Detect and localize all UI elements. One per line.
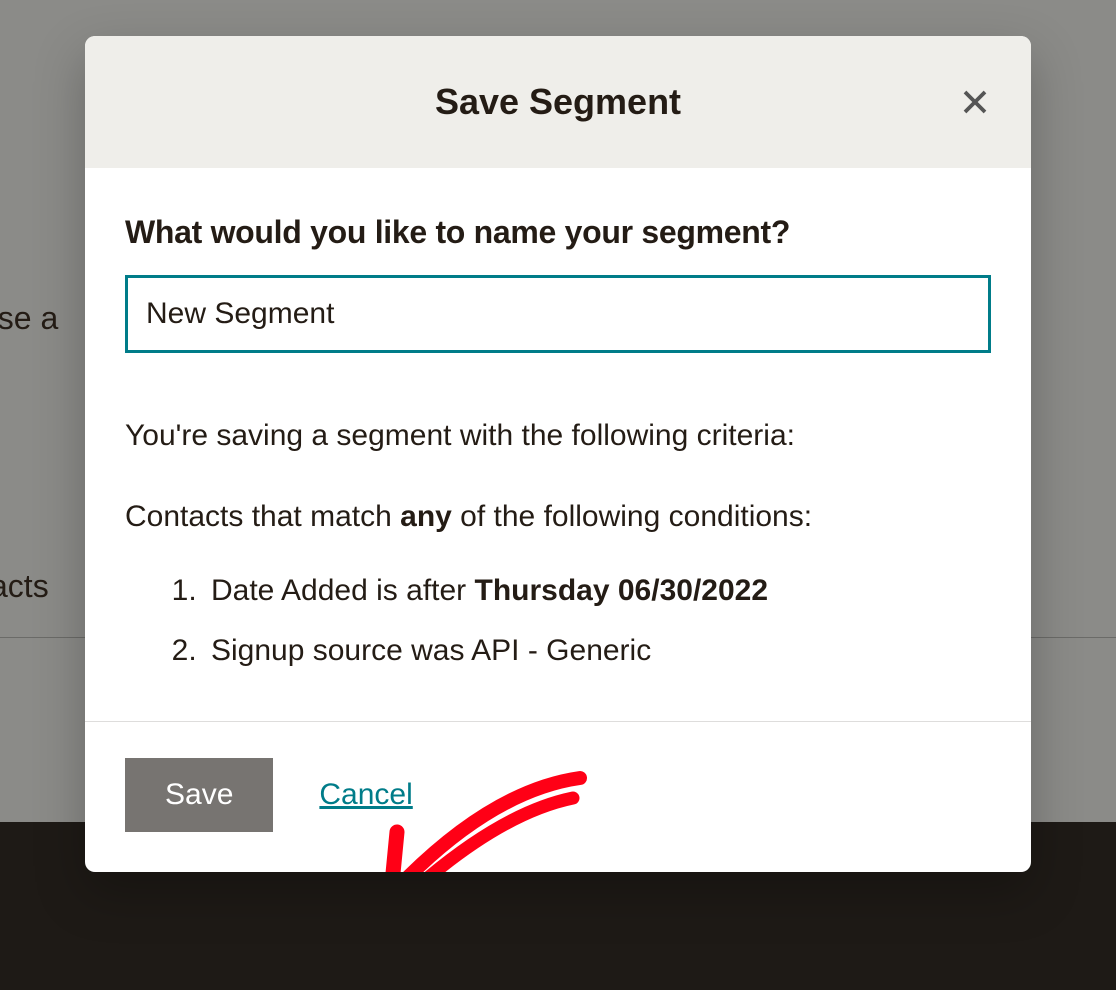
modal-footer: Save Cancel: [85, 721, 1031, 872]
condition-text: Date Added is after: [211, 574, 475, 607]
background-text-fragment: ese a: [0, 300, 58, 337]
match-prefix: Contacts that match: [125, 500, 400, 533]
condition-bold: Thursday 06/30/2022: [475, 574, 769, 607]
save-segment-modal: Save Segment What would you like to name…: [85, 36, 1031, 872]
condition-item: Date Added is after Thursday 06/30/2022: [205, 567, 991, 615]
condition-text: Signup source was API - Generic: [211, 634, 651, 667]
save-button[interactable]: Save: [125, 758, 273, 832]
segment-name-input[interactable]: [125, 275, 991, 353]
criteria-match-text: Contacts that match any of the following…: [125, 494, 991, 539]
match-suffix: of the following conditions:: [452, 500, 812, 533]
segment-name-prompt: What would you like to name your segment…: [125, 214, 991, 251]
condition-item: Signup source was API - Generic: [205, 627, 991, 675]
modal-body: What would you like to name your segment…: [85, 168, 1031, 721]
cancel-link[interactable]: Cancel: [319, 778, 412, 812]
close-button[interactable]: [953, 80, 997, 124]
conditions-list: Date Added is after Thursday 06/30/2022 …: [125, 567, 991, 675]
modal-title: Save Segment: [435, 81, 681, 123]
match-mode: any: [400, 500, 452, 533]
background-text-fragment: acts: [0, 568, 49, 605]
close-icon: [960, 87, 990, 117]
modal-header: Save Segment: [85, 36, 1031, 168]
criteria-intro-text: You're saving a segment with the followi…: [125, 413, 991, 458]
